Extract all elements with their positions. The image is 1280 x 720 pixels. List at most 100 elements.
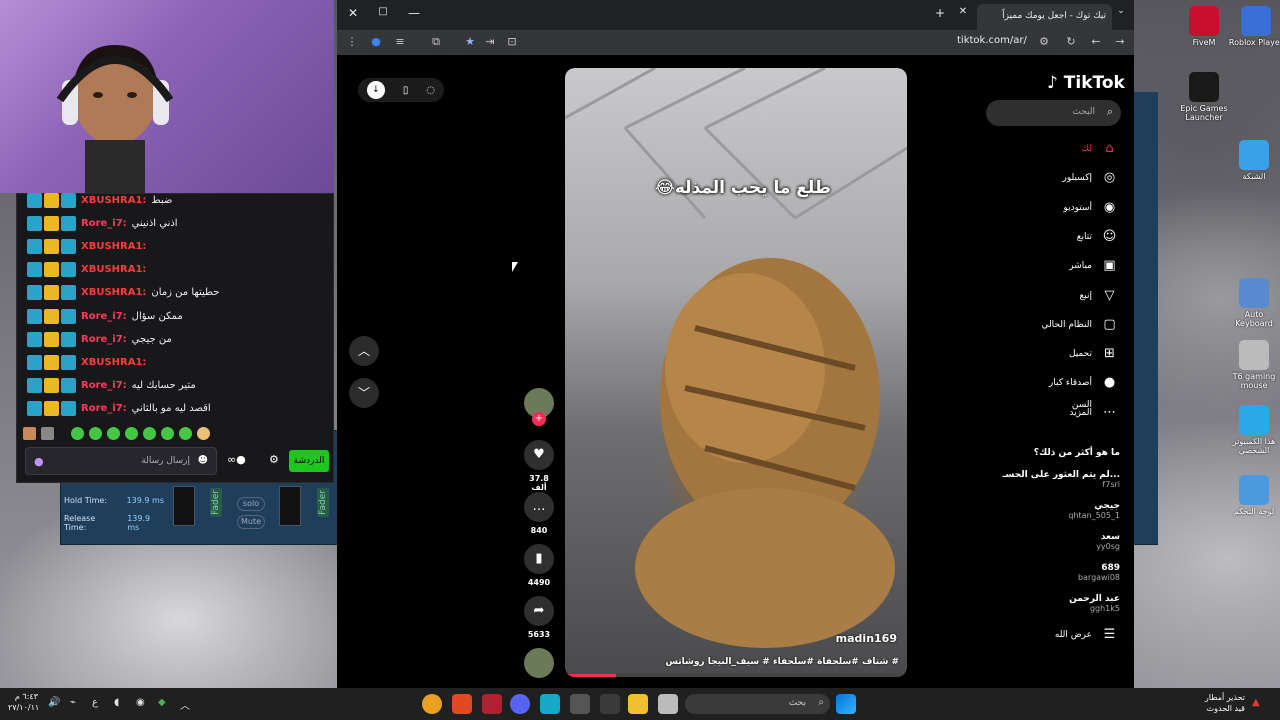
crown-badge-icon[interactable] bbox=[44, 238, 59, 254]
suggested-account[interactable]: عبد الرحمن ggh1k5 bbox=[970, 594, 1120, 613]
suggested-account[interactable]: سعد yy0sg bbox=[970, 532, 1120, 551]
comment-icon[interactable]: … bbox=[524, 492, 554, 522]
network-icon[interactable]: ⌁ bbox=[70, 697, 76, 708]
tab-search-icon[interactable]: ⌄ bbox=[1113, 6, 1129, 16]
emote-icon[interactable] bbox=[161, 427, 174, 440]
bookmark-star-icon[interactable]: ★ bbox=[463, 35, 477, 48]
sword-badge-icon[interactable] bbox=[27, 285, 42, 301]
store-icon[interactable] bbox=[600, 694, 620, 714]
save-action[interactable]: ▮ 4490 bbox=[523, 544, 555, 587]
weather-widget[interactable]: تحذير أمطار قيد الحدوث bbox=[1195, 692, 1245, 714]
install-icon[interactable]: ⊡ bbox=[505, 35, 519, 48]
tier-badge-icon[interactable] bbox=[61, 401, 76, 417]
chat-username[interactable]: XBUSHRA1: bbox=[81, 195, 146, 206]
video-hashtags[interactable]: # شتاف #سلحفاة #سلحفاء # سيف_النيجا روشا… bbox=[666, 657, 900, 667]
maximize-icon[interactable]: □ bbox=[375, 6, 391, 17]
sidebar-item-upload[interactable]: تحميل ⊞ bbox=[1030, 343, 1120, 365]
chat-username[interactable]: XBUSHRA1: bbox=[81, 264, 146, 275]
desktop-shortcut[interactable]: Auto Keyboard bbox=[1226, 278, 1280, 328]
emote-icon[interactable] bbox=[89, 427, 102, 440]
show-hidden-icons[interactable]: ︿ bbox=[180, 697, 190, 712]
search-icon[interactable]: ⌕ bbox=[1107, 105, 1113, 119]
show-more-link[interactable]: عرض الله ☰ bbox=[1030, 624, 1120, 646]
mute-button[interactable]: Mute bbox=[237, 515, 265, 529]
crown-badge-icon[interactable] bbox=[44, 401, 59, 417]
emote-icon[interactable] bbox=[23, 427, 36, 440]
volume-icon[interactable]: 🔊 bbox=[48, 697, 60, 708]
desktop-shortcut[interactable]: FiveM bbox=[1176, 6, 1232, 47]
media-icon[interactable]: ≡ bbox=[393, 35, 407, 48]
suggested-account[interactable]: لم يتم العثور على الحسـ... f7sri bbox=[970, 470, 1120, 489]
explore-icon[interactable]: ◌ bbox=[426, 85, 435, 96]
app-icon[interactable] bbox=[540, 694, 560, 714]
close-icon[interactable]: ✕ bbox=[345, 6, 361, 20]
tab-tiktok[interactable]: تيك توك - اجعل يومك مميزاً bbox=[977, 4, 1112, 30]
tab-close-icon[interactable]: ✕ bbox=[955, 6, 971, 17]
crown-badge-icon[interactable] bbox=[44, 285, 59, 301]
discord-icon[interactable] bbox=[510, 694, 530, 714]
address-bar[interactable]: tiktok.com/ar/ bbox=[957, 35, 1027, 46]
video-author[interactable]: madin169 bbox=[836, 632, 897, 645]
tier-badge-icon[interactable] bbox=[61, 215, 76, 231]
chat-username[interactable]: Rore_i7: bbox=[81, 380, 127, 391]
sidebar-item-compass[interactable]: إكسبلور ◎ bbox=[1030, 167, 1120, 189]
mic-tray-icon[interactable]: ◖ bbox=[114, 697, 119, 708]
share-icon[interactable]: ⇥ bbox=[483, 35, 497, 48]
sidebar-item-home[interactable]: لك ⌂ bbox=[1030, 138, 1120, 160]
mic-icon[interactable]: ● bbox=[34, 455, 44, 468]
sword-badge-icon[interactable] bbox=[27, 238, 42, 254]
sword-badge-icon[interactable] bbox=[27, 401, 42, 417]
like-action[interactable]: ♥ 37.8 ألف bbox=[523, 440, 555, 492]
sword-badge-icon[interactable] bbox=[27, 378, 42, 394]
download-app-icon[interactable]: ↓ bbox=[366, 81, 385, 99]
sword-badge-icon[interactable] bbox=[27, 262, 42, 278]
sidebar-item-profile[interactable]: أصدقاء كبار السن ● bbox=[1030, 372, 1120, 410]
sidebar-item-more[interactable]: المزيد ⋯ bbox=[1030, 402, 1120, 424]
video-player[interactable]: طلع ما يحب المذله😂 madin169 # شتاف #سلحف… bbox=[565, 68, 907, 677]
emote-icon[interactable] bbox=[107, 427, 120, 440]
language-icon[interactable]: ع bbox=[92, 697, 98, 708]
release-time-value[interactable]: 139.9 ms bbox=[127, 514, 164, 532]
tier-badge-icon[interactable] bbox=[61, 354, 76, 370]
desktop-shortcut[interactable]: هذا الكمبيوتر الشخصي bbox=[1226, 405, 1280, 455]
follow-plus-icon[interactable]: + bbox=[532, 412, 546, 426]
sword-badge-icon[interactable] bbox=[27, 331, 42, 347]
chat-username[interactable]: Rore_i7: bbox=[81, 311, 127, 322]
mouse-app-icon[interactable] bbox=[570, 694, 590, 714]
voicemeeter-icon[interactable] bbox=[482, 694, 502, 714]
sidebar-item-send[interactable]: إنبع ▽ bbox=[1030, 285, 1120, 307]
crown-badge-icon[interactable] bbox=[44, 262, 59, 278]
tier-badge-icon[interactable] bbox=[61, 238, 76, 254]
new-tab-icon[interactable]: + bbox=[932, 6, 948, 20]
sword-badge-icon[interactable] bbox=[27, 308, 42, 324]
chat-username[interactable]: XBUSHRA1: bbox=[81, 287, 146, 298]
emote-icon[interactable] bbox=[41, 427, 54, 440]
share-action[interactable]: ➦ 5633 bbox=[523, 596, 555, 639]
share-arrow-icon[interactable]: ➦ bbox=[524, 596, 554, 626]
crown-badge-icon[interactable] bbox=[44, 192, 59, 208]
crown-badge-icon[interactable] bbox=[44, 215, 59, 231]
tier-badge-icon[interactable] bbox=[61, 192, 76, 208]
desktop-shortcut[interactable]: Epic Games Launcher bbox=[1176, 72, 1232, 122]
tier-badge-icon[interactable] bbox=[61, 378, 76, 394]
profile-icon[interactable]: ● bbox=[369, 35, 383, 48]
crown-badge-icon[interactable] bbox=[44, 331, 59, 347]
sword-badge-icon[interactable] bbox=[27, 192, 42, 208]
shield-icon[interactable]: ◆ bbox=[158, 697, 166, 708]
comment-action[interactable]: … 840 bbox=[523, 492, 555, 535]
taskbar-clock[interactable]: ٦:٤٣ م ٢٧/١٠/١١ bbox=[8, 691, 39, 713]
start-button[interactable] bbox=[836, 694, 856, 714]
sidebar-item-message[interactable]: النظام الحالي ▢ bbox=[1030, 314, 1120, 336]
gear-icon[interactable]: ⚙ bbox=[269, 453, 279, 466]
solo-button[interactable]: solo bbox=[237, 497, 265, 511]
sound-disc[interactable] bbox=[523, 648, 555, 678]
chat-username[interactable]: XBUSHRA1: bbox=[81, 357, 146, 368]
emote-icon[interactable] bbox=[197, 427, 210, 440]
chat-username[interactable]: Rore_i7: bbox=[81, 403, 127, 414]
suggested-account[interactable]: جيجي qhtan_505_1 bbox=[970, 501, 1120, 520]
site-settings-icon[interactable]: ⚙ bbox=[1037, 35, 1051, 48]
emote-icon[interactable] bbox=[125, 427, 138, 440]
previous-video-button[interactable]: ︿ bbox=[349, 336, 379, 366]
emoji-icon[interactable]: ☻ bbox=[198, 455, 208, 466]
chat-message-input[interactable]: ● إرسال رسالة ☻ bbox=[25, 447, 217, 475]
